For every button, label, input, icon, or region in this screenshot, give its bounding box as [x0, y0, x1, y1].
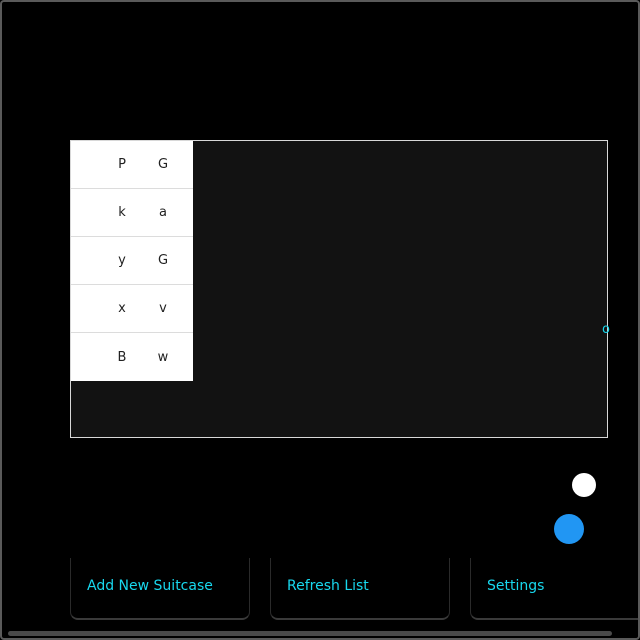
add-new-suitcase-button[interactable]: Add New Suitcase	[70, 558, 250, 620]
grid-cell: B	[117, 349, 127, 365]
grid-row[interactable]: B w	[71, 333, 193, 381]
grid-cell: w	[157, 349, 169, 365]
white-circle-icon[interactable]	[572, 473, 596, 497]
add-new-suitcase-label: Add New Suitcase	[87, 578, 213, 594]
content-panel: P G k a y G x v B w	[70, 140, 608, 438]
grid-cell: a	[159, 205, 167, 220]
settings-label: Settings	[487, 578, 545, 594]
edge-glyph: o	[602, 322, 610, 337]
blue-circle-icon[interactable]	[554, 514, 584, 544]
letter-grid: P G k a y G x v B w	[71, 141, 193, 381]
grid-cell: y	[118, 253, 126, 268]
app-screen: P G k a y G x v B w o Add New Suitcase R…	[0, 0, 640, 640]
grid-row[interactable]: x v	[71, 285, 193, 333]
horizontal-scrollbar[interactable]	[8, 631, 612, 636]
grid-cell: G	[157, 253, 169, 268]
grid-cell: G	[157, 157, 169, 172]
grid-cell: x	[118, 301, 126, 316]
grid-cell: P	[118, 157, 126, 172]
settings-button[interactable]: Settings	[470, 558, 638, 620]
grid-row[interactable]: y G	[71, 237, 193, 285]
grid-cell: v	[159, 301, 167, 316]
grid-row[interactable]: P G	[71, 141, 193, 189]
grid-row[interactable]: k a	[71, 189, 193, 237]
refresh-list-button[interactable]: Refresh List	[270, 558, 450, 620]
grid-cell: k	[118, 205, 126, 220]
refresh-list-label: Refresh List	[287, 578, 369, 594]
